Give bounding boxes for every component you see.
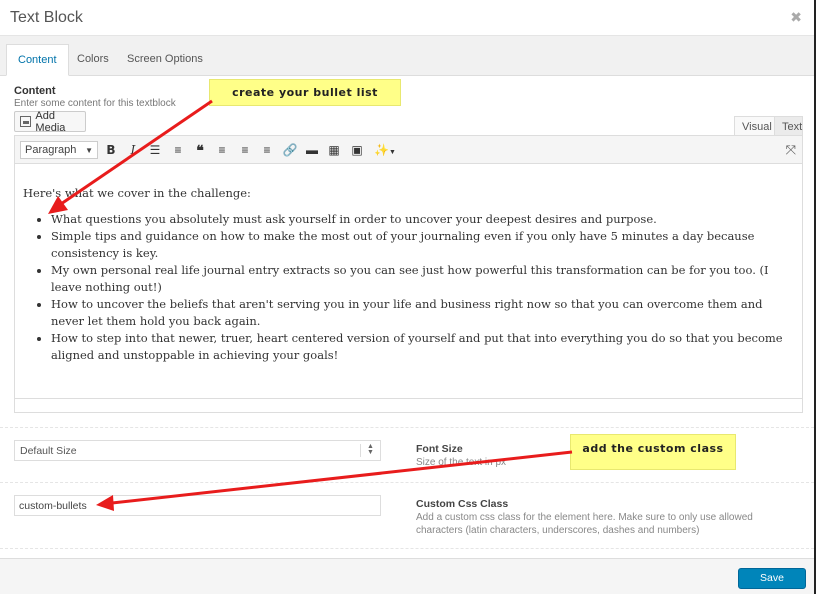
rich-text-editor: Paragraph ▼ B I ☰ ≡ ❝ ≡ ≡ ≡ 🔗 ▬ ▦ ▣ ✨▼ ⤧… (14, 135, 803, 413)
editor-statusbar (15, 398, 802, 412)
format-select[interactable]: Paragraph ▼ (20, 141, 98, 159)
tab-visual[interactable]: Visual (734, 116, 780, 136)
custom-css-description: Add a custom css class for the element h… (416, 512, 753, 536)
select-arrows-icon: ▲ ▼ (360, 443, 380, 457)
tab-colors[interactable]: Colors (66, 44, 120, 76)
align-center-icon[interactable]: ≡ (237, 142, 253, 158)
list-item: Simple tips and guidance on how to make … (51, 228, 794, 262)
align-left-icon[interactable]: ≡ (214, 142, 230, 158)
font-size-description: Size of the text in px (416, 457, 507, 468)
blockquote-icon[interactable]: ❝ (192, 142, 208, 158)
chevron-down-icon: ▼ (85, 146, 93, 155)
dialog-title: Text Block (10, 9, 83, 26)
fullscreen-icon[interactable]: ⤧ (786, 142, 796, 158)
list-item: My own personal real life journal entry … (51, 262, 794, 296)
save-button[interactable]: Save (738, 568, 806, 589)
custom-css-class-input[interactable] (14, 495, 381, 516)
bullet-list-icon[interactable]: ☰ (147, 142, 163, 158)
divider (0, 548, 814, 549)
link-icon[interactable]: 🔗 (282, 142, 298, 158)
italic-icon[interactable]: I (125, 142, 141, 158)
editor-toolbar: Paragraph ▼ B I ☰ ≡ ❝ ≡ ≡ ≡ 🔗 ▬ ▦ ▣ ✨▼ ⤧ (15, 136, 802, 164)
bullet-list: What questions you absolutely must ask y… (23, 211, 794, 364)
bold-icon[interactable]: B (103, 142, 119, 158)
media-icon[interactable]: ▣ (349, 142, 365, 158)
add-media-label: Add Media (35, 109, 66, 134)
divider (0, 482, 814, 483)
tab-text[interactable]: Text (774, 116, 803, 136)
callout-bullet-list: create your bullet list (209, 79, 401, 106)
tab-bar: Content Colors Screen Options (0, 36, 814, 76)
font-size-select[interactable]: Default Size ▲ ▼ (14, 440, 381, 461)
intro-paragraph: Here's what we cover in the challenge: (23, 186, 251, 200)
text-block-dialog: Text Block ✖ Content Colors Screen Optio… (0, 0, 816, 594)
add-media-button[interactable]: Add Media (14, 109, 86, 134)
magic-wand-icon[interactable]: ✨▼ (372, 142, 398, 158)
toolbar-toggle-icon[interactable]: ▦ (326, 142, 342, 158)
divider (0, 427, 814, 428)
content-label: Content (14, 85, 56, 97)
list-item: What questions you absolutely must ask y… (51, 211, 794, 228)
add-media-icon (20, 116, 32, 127)
list-item: How to step into that newer, truer, hear… (51, 330, 794, 364)
dialog-titlebar: Text Block ✖ (0, 0, 814, 36)
list-item: How to uncover the beliefs that aren't s… (51, 296, 794, 330)
close-icon[interactable]: ✖ (790, 9, 802, 26)
tab-screen-options[interactable]: Screen Options (116, 44, 214, 76)
align-right-icon[interactable]: ≡ (259, 142, 275, 158)
content-description: Enter some content for this textblock (14, 98, 176, 109)
read-more-icon[interactable]: ▬ (304, 142, 320, 158)
font-size-value: Default Size (20, 445, 77, 457)
custom-css-title: Custom Css Class (416, 498, 509, 510)
tab-content[interactable]: Content (6, 44, 69, 76)
font-size-title: Font Size (416, 443, 463, 455)
editor-content[interactable]: Here's what we cover in the challenge: W… (15, 165, 802, 398)
callout-custom-class: add the custom class (570, 434, 736, 470)
dialog-footer: Save (0, 558, 814, 594)
format-select-value: Paragraph (25, 144, 77, 156)
numbered-list-icon[interactable]: ≡ (170, 142, 186, 158)
